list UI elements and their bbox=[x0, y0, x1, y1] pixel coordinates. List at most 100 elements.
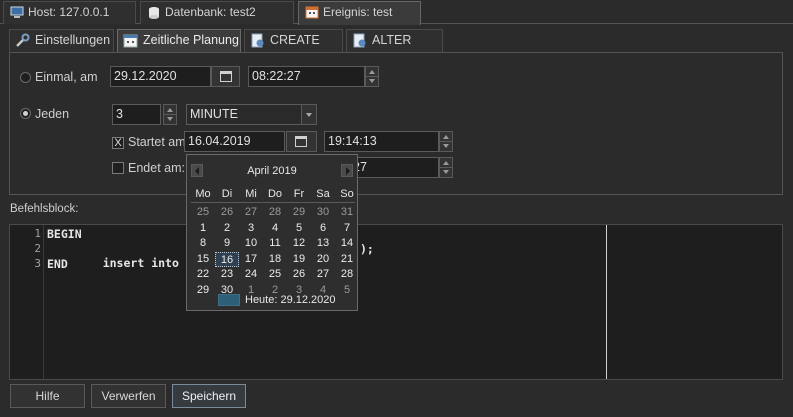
code-line-2-tail: ); bbox=[360, 242, 374, 256]
calendar-day[interactable]: 19 bbox=[287, 252, 311, 267]
once-time-spinner[interactable] bbox=[365, 66, 379, 87]
once-date-field[interactable]: 29.12.2020 bbox=[110, 66, 211, 87]
body-label: Befehlsblock: bbox=[10, 203, 79, 215]
calendar-day[interactable]: 11 bbox=[263, 236, 287, 251]
starts-date-field[interactable]: 16.04.2019 bbox=[184, 131, 285, 152]
calendar-day[interactable]: 3 bbox=[239, 221, 263, 236]
calendar-day[interactable]: 31 bbox=[335, 205, 359, 220]
calendar-month: April 2019 bbox=[247, 165, 297, 177]
weekday-header: Mi bbox=[245, 188, 257, 200]
calendar-day[interactable]: 5 bbox=[287, 221, 311, 236]
save-button[interactable]: Speichern bbox=[172, 384, 246, 408]
calendar-day[interactable]: 17 bbox=[239, 252, 263, 267]
every-unit-value: MINUTE bbox=[190, 107, 238, 121]
help-button[interactable]: Hilfe bbox=[10, 384, 85, 408]
code-icon bbox=[353, 33, 366, 48]
code-line-1: BEGIN bbox=[47, 227, 82, 241]
calendar-day[interactable]: 13 bbox=[311, 236, 335, 251]
database-icon bbox=[149, 7, 159, 19]
sub-tab-bar: Einstellungen Zeitliche Planung CREATE c… bbox=[0, 29, 793, 68]
calendar-day[interactable]: 21 bbox=[335, 252, 359, 267]
calendar-day[interactable]: 23 bbox=[215, 267, 239, 282]
calendar-day[interactable]: 10 bbox=[239, 236, 263, 251]
calendar-day[interactable]: 4 bbox=[263, 221, 287, 236]
weekday-header: Di bbox=[221, 188, 233, 200]
code-keyword: insert bbox=[102, 256, 145, 270]
calendar-day[interactable]: 25 bbox=[263, 267, 287, 282]
calendar-day[interactable]: 8 bbox=[191, 236, 215, 251]
calendar-day[interactable]: 28 bbox=[335, 267, 359, 282]
calendar-day[interactable]: 28 bbox=[263, 205, 287, 220]
calendar-icon bbox=[220, 71, 232, 82]
calendar-day[interactable]: 1 bbox=[191, 221, 215, 236]
once-label: Einmal, am bbox=[35, 70, 98, 84]
event-icon bbox=[305, 6, 319, 19]
once-date-picker-button[interactable] bbox=[211, 66, 240, 87]
tab-create-code[interactable]: CREATE code bbox=[244, 29, 343, 68]
every-radio[interactable] bbox=[20, 108, 31, 119]
tab-host-label: Host: 127.0.0.1 bbox=[28, 5, 110, 19]
tab-event-label: Ereignis: test bbox=[323, 5, 393, 19]
calendar-day[interactable]: 27 bbox=[239, 205, 263, 220]
calendar-popup: April 2019 Mo Di Mi Do Fr Sa So 25 26 27 28 29 30 31… bbox=[186, 154, 358, 311]
discard-button[interactable]: Verwerfen bbox=[91, 384, 166, 408]
today-swatch[interactable] bbox=[218, 294, 240, 306]
starts-checkbox[interactable]: X bbox=[112, 137, 124, 149]
calendar-day[interactable]: 14 bbox=[335, 236, 359, 251]
today-label[interactable]: Heute: 29.12.2020 bbox=[245, 294, 336, 306]
code-icon bbox=[251, 33, 264, 48]
calendar-day[interactable]: 26 bbox=[287, 267, 311, 282]
starts-time-spinner[interactable] bbox=[439, 131, 453, 152]
calendar-day[interactable]: 7 bbox=[335, 221, 359, 236]
calendar-day[interactable]: 20 bbox=[311, 252, 335, 267]
tab-alter-code[interactable]: ALTER code: bbox=[346, 29, 443, 68]
weekday-divider bbox=[191, 202, 355, 203]
ends-checkbox[interactable] bbox=[112, 162, 124, 174]
calendar-day[interactable]: 15 bbox=[191, 252, 215, 267]
calendar-day[interactable]: 12 bbox=[287, 236, 311, 251]
tab-event[interactable]: Ereignis: test bbox=[298, 1, 421, 25]
line-number-gutter: 1 2 3 bbox=[10, 225, 44, 379]
calendar-day[interactable]: 29 bbox=[191, 283, 215, 298]
calendar-day[interactable]: 25 bbox=[191, 205, 215, 220]
wrench-icon bbox=[16, 33, 30, 47]
calendar-day[interactable]: 2 bbox=[215, 221, 239, 236]
tab-scheduling[interactable]: Zeitliche Planung bbox=[117, 29, 241, 52]
once-time-field[interactable]: 08:22:27 bbox=[248, 66, 365, 87]
tab-database-label: Datenbank: test2 bbox=[165, 5, 256, 19]
tab-settings-label: Einstellungen bbox=[35, 33, 111, 47]
tab-host[interactable]: Host: 127.0.0.1 bbox=[3, 1, 136, 24]
calendar-day[interactable]: 27 bbox=[311, 267, 335, 282]
calendar-day[interactable]: 18 bbox=[263, 252, 287, 267]
once-radio[interactable] bbox=[20, 72, 31, 83]
code-keyword: into bbox=[151, 256, 179, 270]
tab-database[interactable]: Datenbank: test2 bbox=[140, 1, 294, 24]
weekday-header: Sa bbox=[316, 188, 330, 200]
calendar-day[interactable]: 24 bbox=[239, 267, 263, 282]
ends-time-spinner[interactable] bbox=[439, 157, 453, 178]
every-value-field[interactable]: 3 bbox=[112, 104, 161, 125]
tab-settings[interactable]: Einstellungen bbox=[9, 29, 114, 52]
every-label: Jeden bbox=[35, 107, 70, 121]
editor-margin-line bbox=[606, 225, 607, 379]
starts-date-picker-button[interactable] bbox=[286, 131, 317, 152]
tab-scheduling-label: Zeitliche Planung bbox=[143, 33, 239, 47]
line-number: 2 bbox=[34, 242, 41, 255]
calendar-day[interactable]: 16 bbox=[215, 251, 239, 267]
calendar-day[interactable]: 9 bbox=[215, 236, 239, 251]
calendar-day[interactable]: 22 bbox=[191, 267, 215, 282]
every-unit-select[interactable]: MINUTE bbox=[186, 104, 317, 125]
calendar-day[interactable]: 6 bbox=[311, 221, 335, 236]
calendar-day[interactable]: 30 bbox=[311, 205, 335, 220]
calendar-icon bbox=[295, 136, 307, 147]
starts-time-field[interactable]: 19:14:13 bbox=[324, 131, 439, 152]
calendar-day[interactable]: 29 bbox=[287, 205, 311, 220]
calendar-day[interactable]: 5 bbox=[335, 283, 359, 298]
chevron-down-icon bbox=[301, 105, 316, 124]
calendar-day[interactable]: 26 bbox=[215, 205, 239, 220]
code-editor[interactable]: 1 2 3 BEGIN insert into tbl ); END bbox=[9, 224, 783, 380]
next-month-button[interactable] bbox=[341, 164, 353, 177]
weekday-header: Mo bbox=[195, 188, 211, 200]
line-number: 1 bbox=[34, 227, 41, 240]
every-value-spinner[interactable] bbox=[163, 104, 177, 125]
